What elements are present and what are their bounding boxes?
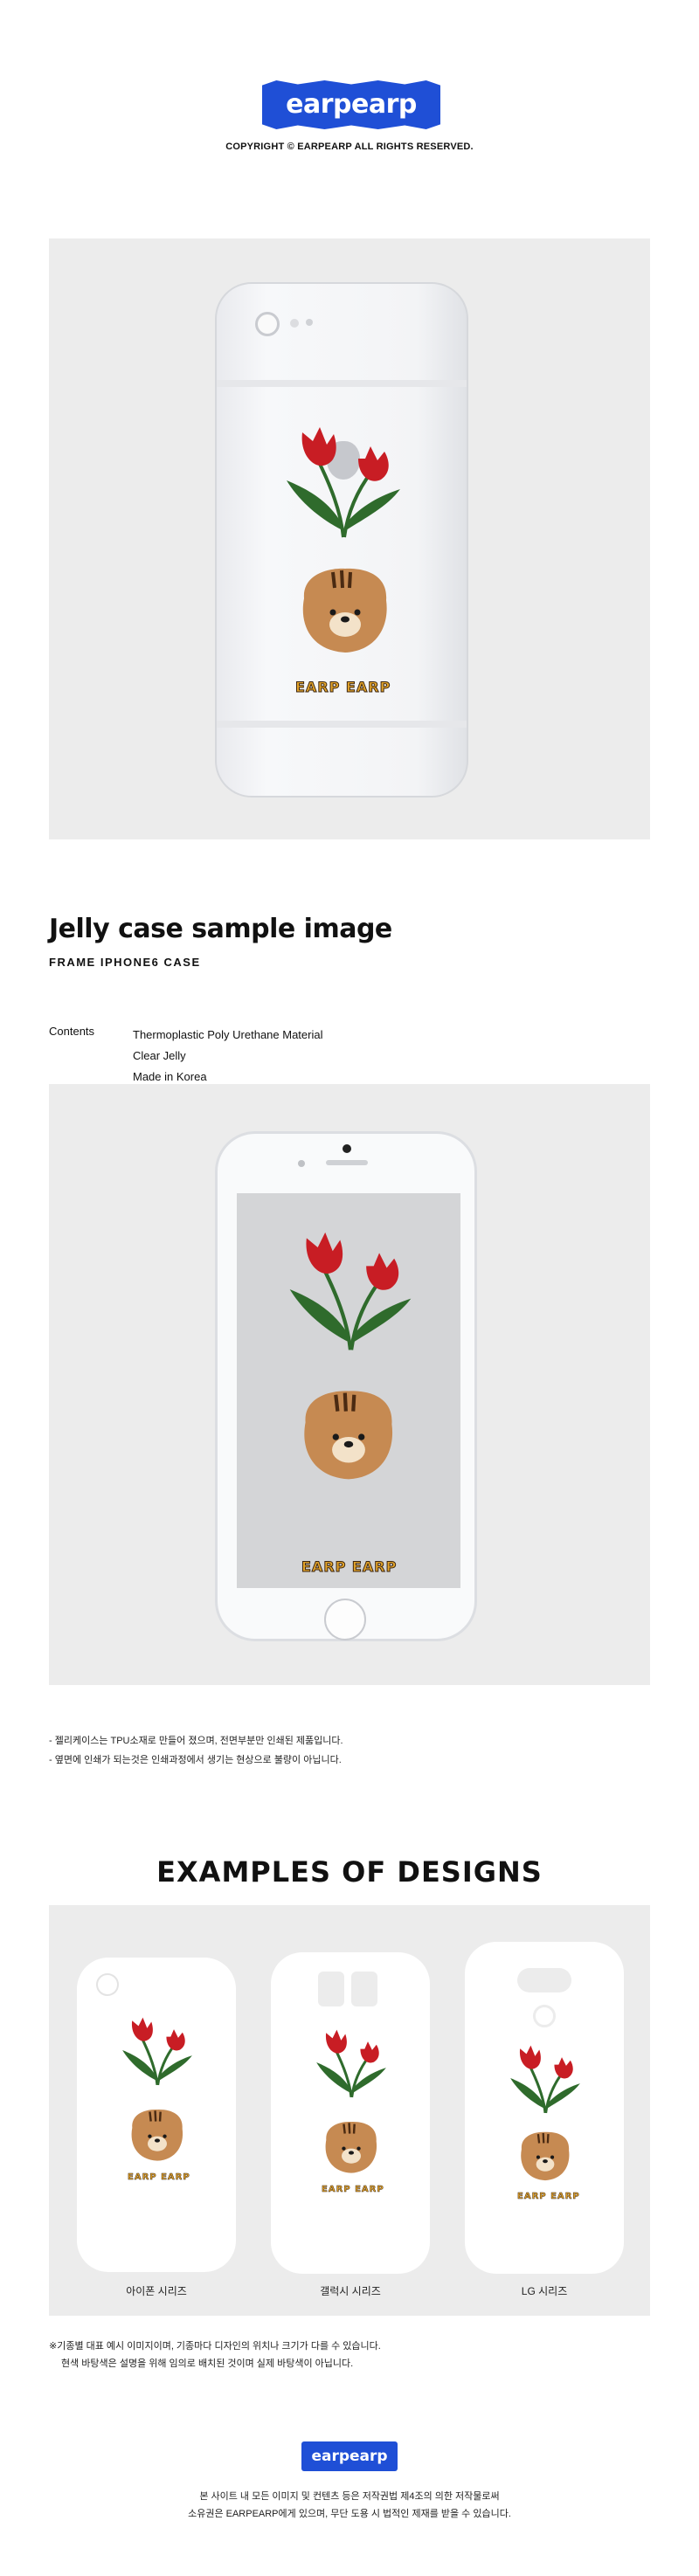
tulip-illustration <box>287 427 400 538</box>
tulip-illustration <box>510 2045 580 2114</box>
camera-cutout-icon <box>351 1972 377 2006</box>
earp-mark: EARP EARP <box>322 2185 384 2195</box>
earp-mark: EARP EARP <box>517 2192 580 2202</box>
camera-hole-icon <box>96 1973 119 1996</box>
example-label-iphone: 아이폰 시리즈 <box>126 2285 187 2297</box>
tulip-illustration <box>122 2017 192 2086</box>
example-galaxy-case: EARP EARP <box>271 1952 430 2274</box>
camera-cutout-icon <box>318 1972 344 2006</box>
product-title: Jelly case sample image <box>49 914 392 944</box>
bear-illustration <box>131 2110 183 2161</box>
copyright-text: COPYRIGHT © EARPEARP ALL RIGHTS RESERVED… <box>225 142 474 152</box>
bottom-note-line: 현색 바탕색은 설명을 위해 임의로 배치된 것이며 실제 바탕색이 아닙니다. <box>61 2358 354 2369</box>
example-label-lg: LG 시리즈 <box>521 2285 568 2297</box>
brand-logo: earpearp <box>262 80 440 129</box>
footer-logo: earpearp <box>301 2441 398 2471</box>
bear-illustration <box>304 1391 393 1480</box>
note-line: - 옆면에 인쇄가 되는것은 인쇄과정에서 생기는 현상으로 불량이 아닙니다. <box>49 1755 342 1765</box>
tulip-illustration <box>289 1232 412 1350</box>
phone-screen: EARP EARP <box>237 1193 460 1588</box>
home-button-icon <box>324 1599 366 1640</box>
product-subtitle: FRAME IPHONE6 CASE <box>49 956 201 969</box>
clear-case-back: EARP EARP <box>215 282 468 798</box>
footer-line: 본 사이트 내 모든 이미지 및 컨텐츠 등은 저작권법 제4조의 의한 저작물… <box>199 2491 500 2502</box>
contents-item: Thermoplastic Poly Urethane Material <box>133 1028 323 1041</box>
camera-cutout-icon <box>517 1968 571 1992</box>
bear-illustration <box>521 2131 570 2181</box>
examples-title: EXAMPLES OF DESIGNS <box>156 1855 543 1889</box>
contents-list: Thermoplastic Poly Urethane Material Cle… <box>133 1025 322 1088</box>
footer-line: 소유권은 EARPEARP에게 있으며, 무단 도용 시 법적인 제재를 받을 … <box>188 2509 511 2519</box>
earp-mark: EARP EARP <box>294 679 391 696</box>
bottom-note: ※기종별 대표 예시 이미지이며, 기종마다 디자인의 위치나 크기가 다를 수… <box>49 2338 381 2372</box>
contents-item: Clear Jelly <box>133 1049 186 1062</box>
examples-panel: EARP EARP 아이폰 시리즈 EARP EARP 갤럭시 시리즈 EARP… <box>49 1905 650 2316</box>
speaker-icon <box>326 1160 368 1165</box>
front-camera-icon <box>343 1144 351 1153</box>
example-iphone-case: EARP EARP <box>77 1958 236 2272</box>
tulip-illustration <box>316 2029 386 2098</box>
clear-case-front: EARP EARP <box>215 1131 477 1641</box>
antenna-band <box>217 721 467 728</box>
antenna-band <box>217 380 467 387</box>
contents-label: Contents <box>49 1025 95 1038</box>
notes: - 젤리케이스는 TPU소재로 만들어 졌으며, 전면부분만 인쇄된 제품입니다… <box>49 1731 343 1770</box>
earp-mark: EARP EARP <box>128 2172 190 2183</box>
sensor-icon <box>298 1160 305 1167</box>
bottom-note-line: ※기종별 대표 예시 이미지이며, 기종마다 디자인의 위치나 크기가 다를 수… <box>49 2341 381 2352</box>
earp-mark: EARP EARP <box>301 1558 398 1576</box>
bear-illustration <box>302 568 387 653</box>
camera-hole-icon <box>255 312 280 336</box>
example-label-galaxy: 갤럭시 시리즈 <box>320 2285 381 2297</box>
case-front-photo-panel: EARP EARP <box>49 1084 650 1685</box>
flash-icon <box>290 319 299 328</box>
note-line: - 젤리케이스는 TPU소재로 만들어 졌으며, 전면부분만 인쇄된 제품입니다… <box>49 1736 343 1746</box>
mic-hole-icon <box>306 319 313 326</box>
example-lg-case: EARP EARP <box>465 1942 624 2274</box>
bear-illustration <box>325 2122 377 2173</box>
case-back-photo-panel: EARP EARP <box>49 238 650 839</box>
fingerprint-sensor-icon <box>533 2005 556 2027</box>
footer-text: 본 사이트 내 모든 이미지 및 컨텐츠 등은 저작권법 제4조의 의한 저작물… <box>0 2488 699 2523</box>
